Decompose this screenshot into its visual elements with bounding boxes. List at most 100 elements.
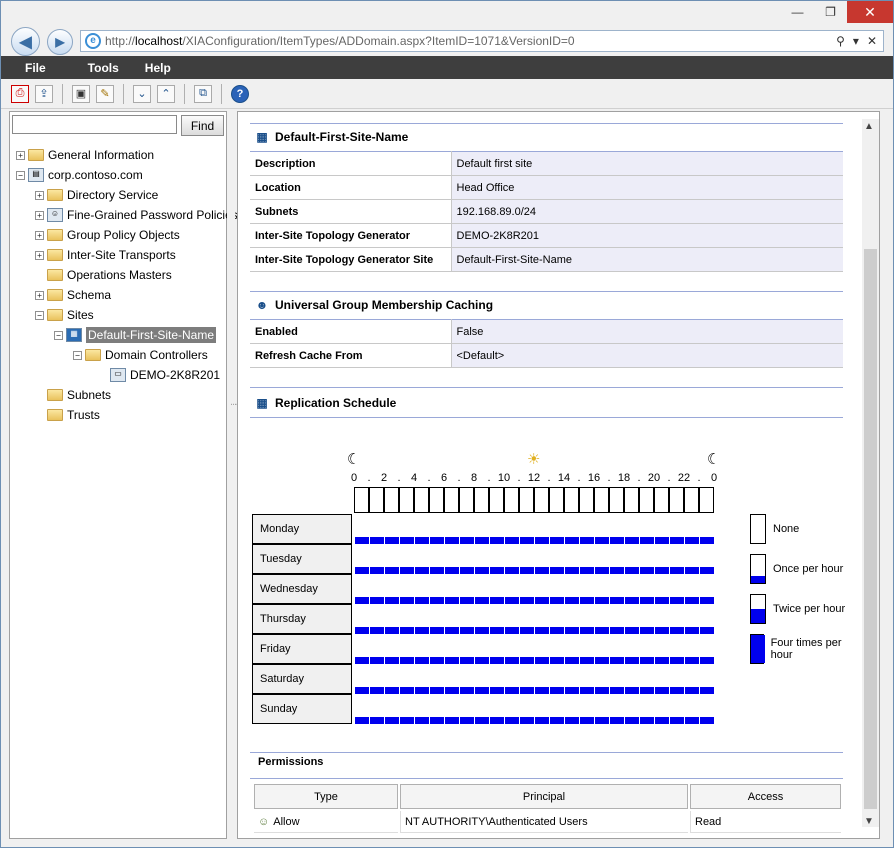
schedule-cell[interactable] [579,544,594,574]
schedule-cell[interactable] [384,574,399,604]
expand-icon[interactable]: + [16,150,25,160]
schedule-cell[interactable] [474,664,489,694]
schedule-cell[interactable] [399,694,414,724]
schedule-cell[interactable] [504,604,519,634]
tree-item-inter-site-transports[interactable]: + Inter-Site Transports [35,246,176,264]
schedule-cell[interactable] [594,514,609,544]
schedule-cell[interactable] [609,634,624,664]
schedule-cell[interactable] [624,634,639,664]
day-row-button[interactable]: Saturday [252,664,352,694]
schedule-cell[interactable] [669,634,684,664]
schedule-cell[interactable] [579,604,594,634]
help-icon[interactable]: ? [231,84,249,103]
schedule-cell[interactable] [369,514,384,544]
schedule-cell[interactable] [564,574,579,604]
schedule-cell[interactable] [459,574,474,604]
scroll-down-icon[interactable]: ▼ [864,816,874,827]
schedule-cell[interactable] [504,634,519,664]
schedule-cell[interactable] [549,604,564,634]
hour-column-button[interactable] [669,487,684,513]
schedule-cell[interactable] [414,694,429,724]
tree-item-domain[interactable]: − ▤ corp.contoso.com [16,166,143,184]
schedule-cell[interactable] [639,604,654,634]
day-row-button[interactable]: Monday [252,514,352,544]
schedule-cell[interactable] [399,544,414,574]
schedule-cell[interactable] [459,634,474,664]
schedule-cell[interactable] [684,604,699,634]
schedule-cell[interactable] [519,544,534,574]
schedule-cell[interactable] [594,634,609,664]
collapse-all-icon[interactable]: ⌃ [157,84,175,103]
schedule-cell[interactable] [474,544,489,574]
hour-column-button[interactable] [489,487,504,513]
menu-tools[interactable]: Tools [76,61,131,75]
schedule-cell[interactable] [549,574,564,604]
schedule-cell[interactable] [579,664,594,694]
schedule-cell[interactable] [354,574,369,604]
schedule-cell[interactable] [534,604,549,634]
schedule-cell[interactable] [489,634,504,664]
schedule-cell[interactable] [579,514,594,544]
schedule-cell[interactable] [669,664,684,694]
minimize-button[interactable]: — [781,1,814,23]
schedule-cell[interactable] [429,544,444,574]
schedule-cell[interactable] [444,604,459,634]
schedule-cell[interactable] [399,514,414,544]
schedule-cell[interactable] [369,664,384,694]
schedule-cell[interactable] [429,514,444,544]
schedule-cell[interactable] [474,634,489,664]
back-button[interactable]: ◀ [11,27,40,56]
hour-column-button[interactable] [429,487,444,513]
schedule-cell[interactable] [684,664,699,694]
legend-item[interactable]: Once per hour [750,554,843,584]
schedule-cell[interactable] [429,604,444,634]
schedule-cell[interactable] [669,514,684,544]
schedule-cell[interactable] [534,544,549,574]
expand-icon[interactable]: + [35,230,44,240]
expand-icon[interactable]: + [35,290,44,300]
hour-column-button[interactable] [654,487,669,513]
schedule-cell[interactable] [504,664,519,694]
vertical-scrollbar[interactable]: ▲ ▼ [862,119,879,827]
schedule-cell[interactable] [459,664,474,694]
hour-column-button[interactable] [579,487,594,513]
schedule-cell[interactable] [609,664,624,694]
hour-column-button[interactable] [519,487,534,513]
schedule-cell[interactable] [564,544,579,574]
schedule-cell[interactable] [459,514,474,544]
schedule-cell[interactable] [354,694,369,724]
schedule-cell[interactable] [699,664,714,694]
scroll-up-icon[interactable]: ▲ [864,121,874,132]
hour-column-button[interactable] [534,487,549,513]
schedule-cell[interactable] [579,694,594,724]
scrollbar-thumb[interactable] [864,249,877,809]
tree-item-fine-grained-password-policies[interactable]: + ☺ Fine-Grained Password Policies [35,206,238,224]
collapse-icon[interactable]: − [73,350,82,360]
schedule-cell[interactable] [534,514,549,544]
export-icon[interactable]: ⇪ [35,84,53,103]
schedule-cell[interactable] [669,544,684,574]
schedule-cell[interactable] [384,634,399,664]
expand-icon[interactable]: + [35,190,44,200]
menu-help[interactable]: Help [133,61,183,75]
schedule-cell[interactable] [594,574,609,604]
day-row-button[interactable]: Thursday [252,604,352,634]
schedule-cell[interactable] [429,574,444,604]
schedule-cell[interactable] [474,574,489,604]
schedule-cell[interactable] [699,514,714,544]
hour-column-button[interactable] [444,487,459,513]
schedule-cell[interactable] [549,694,564,724]
schedule-cell[interactable] [384,664,399,694]
schedule-cell[interactable] [684,514,699,544]
schedule-cell[interactable] [474,514,489,544]
hour-column-button[interactable] [699,487,714,513]
schedule-cell[interactable] [489,514,504,544]
schedule-cell[interactable] [369,634,384,664]
schedule-cell[interactable] [579,574,594,604]
chevron-down-icon[interactable]: ▾ [853,34,859,48]
schedule-cell[interactable] [429,694,444,724]
schedule-cell[interactable] [489,544,504,574]
schedule-cell[interactable] [594,544,609,574]
tree-item-schema[interactable]: + Schema [35,286,111,304]
schedule-cell[interactable] [399,634,414,664]
